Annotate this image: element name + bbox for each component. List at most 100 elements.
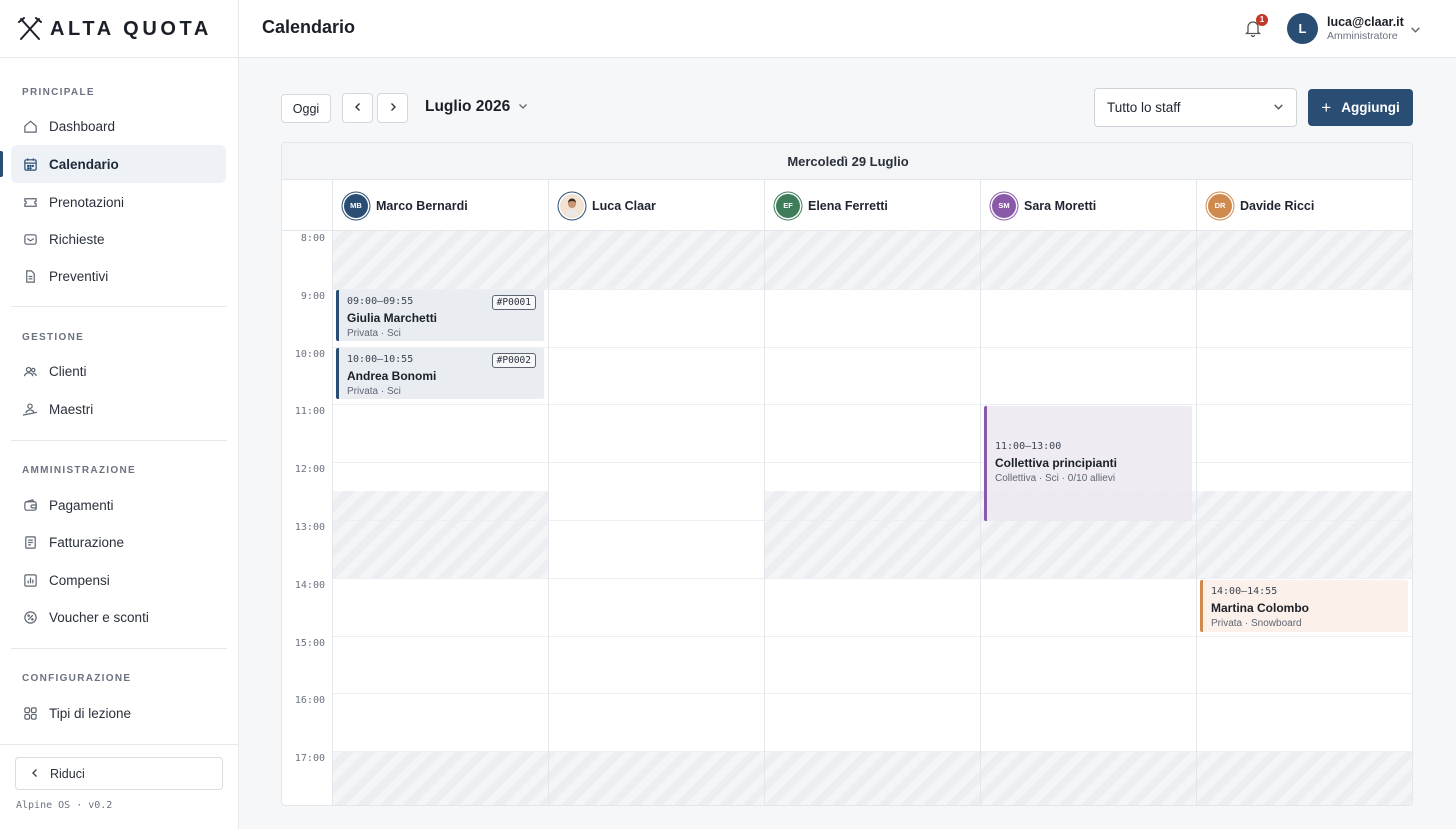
hour-line (332, 751, 1412, 752)
sidebar-item-prenotazioni[interactable]: Prenotazioni (11, 183, 226, 221)
staff-column-header[interactable]: EF Elena Ferretti (764, 180, 980, 231)
staff-name: Davide Ricci (1240, 198, 1315, 213)
collapse-label: Riduci (50, 766, 85, 781)
event-subtitle: Privata · Sci (347, 328, 401, 339)
invoice-icon (22, 534, 38, 550)
divider (11, 440, 227, 441)
column-line (332, 231, 333, 805)
avatar-initials: EF (783, 201, 793, 210)
next-button[interactable] (377, 93, 408, 123)
sidebar-item-label: Prenotazioni (49, 194, 125, 210)
column-line (980, 231, 981, 805)
time-label: 8:00 (300, 233, 325, 244)
time-grid: 8:00 9:00 10:00 11:00 12:00 13:00 14:00 … (282, 231, 1412, 805)
plus-icon: + (1321, 97, 1332, 117)
divider (0, 744, 239, 745)
staff-name: Elena Ferretti (808, 198, 888, 213)
sidebar-item-richieste[interactable]: Richieste (11, 220, 226, 258)
sidebar-item-pagamenti[interactable]: Pagamenti (11, 486, 226, 524)
time-label: 10:00 (294, 349, 325, 360)
avatar-initials: MB (350, 201, 362, 210)
sidebar-item-clienti[interactable]: Clienti (11, 352, 226, 390)
staff-name: Marco Bernardi (376, 198, 468, 213)
staff-name: Luca Claar (592, 198, 656, 213)
page-title: Calendario (262, 17, 356, 37)
sidebar-item-label: Dashboard (49, 118, 116, 134)
event-time: 11:00–13:00 (995, 441, 1062, 452)
day-calendar: Mercoledì 29 Luglio MB Marco Bernardi Lu… (281, 142, 1413, 806)
sidebar-item-dashboard[interactable]: Dashboard (11, 107, 226, 145)
avatar-initials: DR (1214, 201, 1226, 210)
collapse-sidebar-button[interactable]: Riduci (15, 757, 223, 790)
logo[interactable]: ALTA QUOTA (18, 16, 212, 42)
user-email[interactable]: luca@claar.it (1327, 15, 1404, 29)
staff-filter-select[interactable]: Tutto lo staff (1094, 88, 1297, 127)
staff-column-header[interactable]: MB Marco Bernardi (332, 180, 548, 231)
chevron-right-icon (388, 101, 398, 115)
crossed-skis-icon (18, 17, 42, 40)
avatar: EF (776, 193, 800, 218)
sidebar-item-label: Pagamenti (49, 497, 114, 513)
group-lesson-event[interactable]: 11:00–13:00 Collettiva principianti Coll… (984, 406, 1192, 521)
sidebar-item-calendario[interactable]: Calendario (11, 145, 226, 183)
sidebar-item-label: Voucher e sconti (49, 609, 149, 625)
hour-line (332, 404, 1412, 405)
lesson-event[interactable]: 10:00–10:55 Andrea Bonomi Privata · Sci … (336, 348, 544, 399)
event-title: Andrea Bonomi (347, 369, 437, 383)
ticket-icon (22, 194, 38, 210)
unavailable-slot (332, 751, 1412, 805)
sidebar-item-tipi-di-lezione[interactable]: Tipi di lezione (11, 694, 226, 732)
section-label-amministrazione: AMMINISTRAZIONE (22, 465, 136, 476)
avatar: SM (992, 193, 1016, 218)
lesson-event[interactable]: 09:00–09:55 Giulia Marchetti Privata · S… (336, 290, 544, 341)
booking-code-badge: #P0001 (491, 295, 536, 310)
event-subtitle: Privata · Sci (347, 386, 401, 397)
staff-column-header[interactable]: SM Sara Moretti (980, 180, 1196, 231)
calendar-icon (22, 156, 38, 172)
staff-column-header[interactable]: DR Davide Ricci (1196, 180, 1412, 231)
person-photo-icon (566, 198, 578, 215)
wallet-icon (22, 497, 38, 513)
sidebar-item-fatturazione[interactable]: Fatturazione (11, 523, 226, 561)
event-subtitle: Privata · Snowboard (1211, 618, 1302, 629)
staff-name: Sara Moretti (1024, 198, 1097, 213)
staff-filter-value: Tutto lo staff (1107, 100, 1181, 115)
column-line (764, 231, 765, 805)
hour-line (332, 520, 1412, 521)
top-header: Calendario 1 L luca@claar.it Amministrat… (239, 0, 1456, 58)
instructor-icon (22, 401, 38, 417)
avatar[interactable]: L (1287, 13, 1318, 44)
add-button[interactable]: + Aggiungi (1308, 89, 1413, 126)
time-label: 11:00 (294, 406, 325, 417)
user-role: Amministratore (1327, 30, 1398, 42)
sidebar-item-preventivi[interactable]: Preventivi (11, 257, 226, 295)
booking-code-badge: #P0002 (491, 353, 536, 368)
hour-line (332, 578, 1412, 579)
sidebar-item-voucher[interactable]: Voucher e sconti (11, 598, 226, 636)
section-label-gestione: GESTIONE (22, 332, 85, 343)
column-line (548, 231, 549, 805)
section-label-configurazione: CONFIGURAZIONE (22, 673, 132, 684)
chevron-down-icon (1273, 100, 1284, 115)
event-title: Collettiva principianti (995, 456, 1118, 470)
chevron-left-icon (30, 767, 40, 781)
month-selector[interactable]: Luglio 2026 (425, 98, 528, 116)
sidebar-item-label: Maestri (49, 401, 94, 417)
avatar-initials: SM (998, 201, 1010, 210)
divider (0, 57, 239, 58)
sidebar-item-maestri[interactable]: Maestri (11, 390, 226, 428)
sidebar-item-label: Fatturazione (49, 534, 125, 550)
unavailable-slot (332, 491, 548, 578)
sidebar-item-compensi[interactable]: Compensi (11, 561, 226, 599)
version-label: Alpine OS · v0.2 (16, 800, 113, 811)
chevron-down-icon[interactable] (1410, 22, 1421, 40)
time-label: 12:00 (294, 464, 325, 475)
today-button[interactable]: Oggi (281, 94, 331, 123)
day-header: Mercoledì 29 Luglio (282, 143, 1412, 180)
sidebar-item-label: Calendario (49, 156, 119, 172)
staff-column-header[interactable]: Luca Claar (548, 180, 764, 231)
lesson-event[interactable]: 14:00–14:55 Martina Colombo Privata · Sn… (1200, 580, 1408, 632)
prev-button[interactable] (342, 93, 373, 123)
time-label: 15:00 (294, 638, 325, 649)
hour-line (332, 693, 1412, 694)
